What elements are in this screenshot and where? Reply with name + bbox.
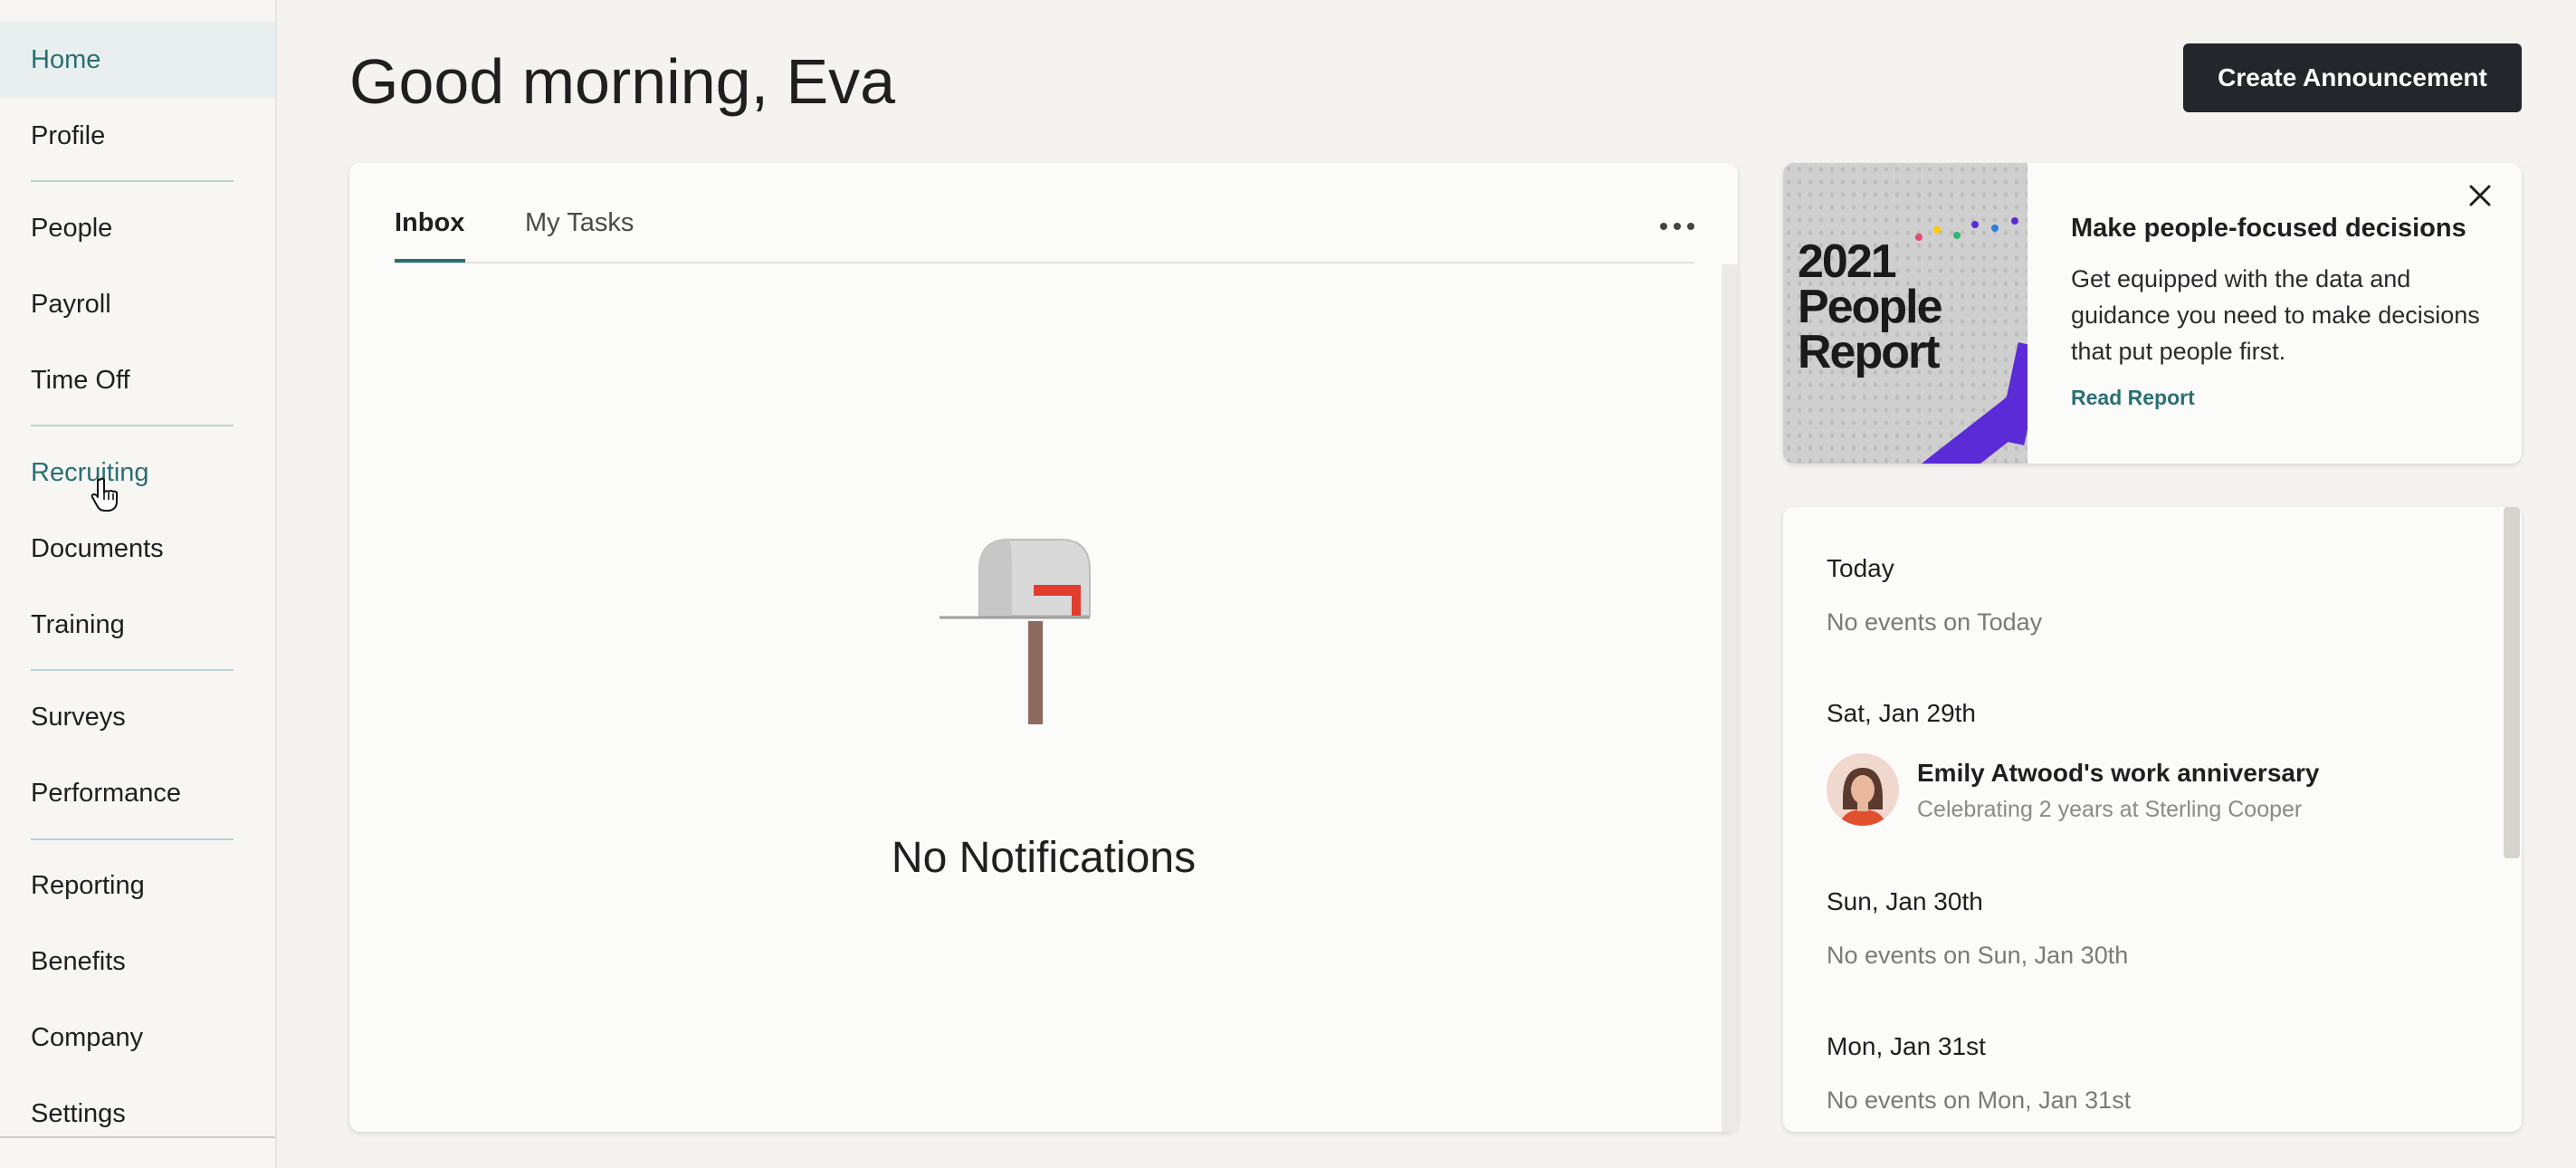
page-greeting: Good morning, Eva bbox=[349, 46, 896, 117]
sidebar-item-reporting[interactable]: Reporting bbox=[0, 847, 275, 924]
event-empty-jan30: No events on Sun, Jan 30th bbox=[1827, 942, 2129, 969]
inbox-scrollbar[interactable] bbox=[1722, 264, 1738, 1132]
more-options-icon[interactable] bbox=[1660, 219, 1694, 234]
sidebar-divider bbox=[31, 838, 234, 840]
sidebar-bottom-divider bbox=[0, 1136, 275, 1138]
event-date-jan29: Sat, Jan 29th bbox=[1827, 699, 1977, 727]
promo-title: Make people-focused decisions bbox=[2071, 214, 2466, 243]
tab-my-tasks[interactable]: My Tasks bbox=[525, 208, 634, 238]
people-report-image: 2021 People Report bbox=[1783, 163, 2027, 464]
event-subtitle: Celebrating 2 years at Sterling Cooper bbox=[1917, 797, 2303, 822]
event-date-jan31: Mon, Jan 31st bbox=[1827, 1032, 1986, 1060]
sidebar-item-recruiting[interactable]: Recruiting bbox=[0, 435, 275, 511]
sidebar-item-home[interactable]: Home bbox=[0, 22, 275, 98]
sidebar-item-documents[interactable]: Documents bbox=[0, 511, 275, 587]
close-icon[interactable] bbox=[2466, 181, 2495, 210]
sidebar-item-company[interactable]: Company bbox=[0, 1000, 275, 1076]
inbox-card: Inbox My Tasks No Notifications bbox=[349, 163, 1738, 1132]
tabs-divider bbox=[395, 262, 1694, 263]
sidebar-item-benefits[interactable]: Benefits bbox=[0, 924, 275, 1000]
tab-inbox[interactable]: Inbox bbox=[395, 208, 464, 238]
create-announcement-button[interactable]: Create Announcement bbox=[2183, 43, 2522, 112]
promo-image-text: 2021 People Report bbox=[1798, 235, 1943, 378]
sidebar: Home Profile People Payroll Time Off Rec… bbox=[0, 0, 277, 1168]
sidebar-item-payroll[interactable]: Payroll bbox=[0, 266, 275, 342]
event-empty-today: No events on Today bbox=[1827, 608, 2043, 636]
event-date-jan30: Sun, Jan 30th bbox=[1827, 887, 1983, 915]
sidebar-item-profile[interactable]: Profile bbox=[0, 98, 275, 174]
sidebar-item-performance[interactable]: Performance bbox=[0, 755, 275, 831]
sidebar-item-training[interactable]: Training bbox=[0, 587, 275, 663]
sidebar-divider bbox=[31, 425, 234, 426]
event-empty-jan31: No events on Mon, Jan 31st bbox=[1827, 1087, 2132, 1114]
avatar bbox=[1827, 753, 1899, 826]
promo-body: Get equipped with the data and guidance … bbox=[2071, 265, 2480, 365]
mailbox-icon bbox=[940, 539, 1091, 724]
sidebar-divider bbox=[31, 669, 234, 671]
sidebar-item-settings[interactable]: Settings bbox=[0, 1076, 275, 1152]
no-notifications-text: No Notifications bbox=[891, 834, 1197, 882]
sidebar-divider bbox=[31, 180, 234, 182]
sidebar-item-time-off[interactable]: Time Off bbox=[0, 342, 275, 418]
sidebar-item-people[interactable]: People bbox=[0, 190, 275, 266]
events-scrollbar[interactable] bbox=[2504, 507, 2520, 858]
event-title[interactable]: Emily Atwood's work anniversary bbox=[1917, 759, 2319, 788]
event-date-today: Today bbox=[1827, 554, 1894, 582]
sidebar-item-surveys[interactable]: Surveys bbox=[0, 679, 275, 755]
read-report-link[interactable]: Read Report bbox=[2071, 386, 2195, 410]
active-tab-indicator bbox=[395, 259, 465, 263]
hand-cursor-icon bbox=[91, 477, 118, 512]
